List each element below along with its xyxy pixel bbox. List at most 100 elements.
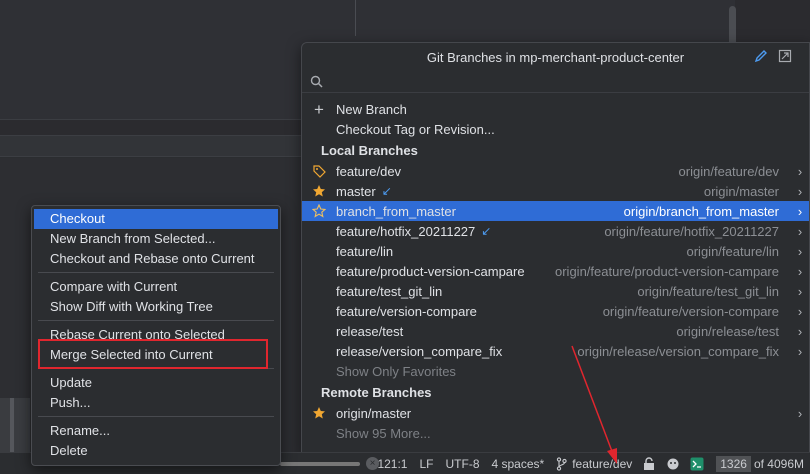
tracking-branch: origin/feature/dev [678, 163, 779, 179]
tool-window-handle[interactable] [10, 398, 14, 458]
tool-window-strip [0, 398, 30, 458]
branch-name: feature/version-compare [336, 303, 477, 319]
remote-branch-item[interactable]: origin/master › [302, 403, 809, 423]
current-branch-label: feature/dev [572, 456, 633, 471]
local-branches-header: Local Branches [321, 142, 418, 158]
local-branch-item[interactable]: master ↙ origin/master › [302, 181, 809, 201]
local-branch-item[interactable]: feature/lin origin/feature/lin › [302, 241, 809, 261]
tracking-branch: origin/release/version_compare_fix [577, 343, 779, 359]
tracking-branch: origin/feature/test_git_lin [637, 283, 779, 299]
chevron-right-icon[interactable]: › [791, 184, 809, 199]
search-icon [310, 75, 323, 88]
menu-item-new-branch-from-selected[interactable]: New Branch from Selected... [32, 229, 280, 249]
chevron-right-icon[interactable]: › [791, 406, 809, 421]
line-separator[interactable]: LF [419, 457, 433, 471]
local-branch-list: feature/dev origin/feature/dev › master ↙ ori… [302, 161, 809, 361]
show-more-branches[interactable]: Show 95 More... [302, 423, 809, 443]
tracking-branch: origin/feature/hotfix_20211227 [604, 223, 779, 239]
branch-leading-icon [302, 164, 336, 178]
branch-name: feature/lin [336, 243, 394, 259]
tracking-branch: origin/branch_from_master [623, 203, 779, 219]
tracking-branch: origin/feature/product-version-campare [555, 263, 779, 279]
incoming-changes-icon: ↙ [381, 184, 392, 198]
branch-icon [557, 456, 567, 471]
menu-separator [38, 416, 274, 417]
menu-separator [38, 320, 274, 321]
plus-icon: + [314, 99, 324, 119]
tracking-branch: origin/feature/lin [686, 243, 780, 259]
local-branch-item[interactable]: feature/product-version-campare origin/fe… [302, 261, 809, 281]
editor-divider [355, 0, 356, 36]
open-in-window-icon[interactable] [778, 49, 792, 63]
chevron-right-icon[interactable]: › [791, 324, 809, 339]
cancel-task-icon[interactable]: × [366, 457, 379, 470]
menu-item-delete[interactable]: Delete [32, 441, 280, 461]
local-branch-item[interactable]: feature/hotfix_20211227 ↙ origin/feature/h… [302, 221, 809, 241]
star-outline-icon[interactable] [312, 204, 326, 218]
lock-icon[interactable] [642, 456, 656, 471]
local-branch-item[interactable]: release/test origin/release/test › [302, 321, 809, 341]
menu-item-update[interactable]: Update [32, 373, 280, 393]
inspector-icon[interactable] [666, 457, 680, 471]
branch-name: feature/hotfix_20211227 [336, 223, 476, 239]
chevron-right-icon[interactable]: › [791, 284, 809, 299]
editor-scrollbar[interactable] [729, 6, 736, 46]
indent-setting[interactable]: 4 spaces* [492, 457, 545, 471]
tag-icon [312, 164, 326, 178]
new-branch-action[interactable]: + New Branch [302, 99, 809, 119]
local-branch-item[interactable]: feature/dev origin/feature/dev › [302, 161, 809, 181]
menu-item-checkout[interactable]: Checkout [34, 209, 278, 229]
popup-header: Git Branches in mp-merchant-product-cent… [302, 43, 809, 71]
memory-total: of 4096M [753, 456, 804, 471]
branch-name: origin/master [336, 405, 412, 421]
tracking-branch: origin/release/test [676, 323, 779, 339]
menu-item-checkout-and-rebase-onto-current[interactable]: Checkout and Rebase onto Current [32, 249, 280, 269]
branch-leading-icon [302, 406, 336, 420]
branch-name: release/version_compare_fix [336, 343, 503, 359]
branch-leading-icon [302, 184, 336, 198]
branch-name: feature/test_git_lin [336, 283, 443, 299]
menu-item-compare-with-current[interactable]: Compare with Current [32, 277, 280, 297]
chevron-right-icon[interactable]: › [791, 264, 809, 279]
checkout-tag-action[interactable]: Checkout Tag or Revision... [302, 119, 809, 139]
memory-used: 1326 [716, 455, 751, 472]
background-task-progress [280, 462, 360, 466]
remote-branch-list: origin/master › [302, 403, 809, 423]
local-branch-item[interactable]: feature/test_git_lin origin/feature/test_… [302, 281, 809, 301]
incoming-changes-icon: ↙ [481, 224, 492, 238]
chevron-right-icon[interactable]: › [791, 244, 809, 259]
show-only-favorites[interactable]: Show Only Favorites [302, 361, 809, 381]
branch-name: feature/product-version-campare [336, 263, 525, 279]
local-branch-item[interactable]: feature/version-compare origin/feature/ve… [302, 301, 809, 321]
chevron-right-icon[interactable]: › [791, 164, 809, 179]
git-branch-widget[interactable]: feature/dev [556, 457, 632, 471]
chevron-right-icon[interactable]: › [791, 344, 809, 359]
menu-item-show-diff-with-working-tree[interactable]: Show Diff with Working Tree [32, 297, 280, 317]
branch-search-field[interactable] [302, 71, 809, 93]
caret-position[interactable]: 121:1 [377, 457, 407, 471]
star-filled-icon [313, 407, 325, 419]
tracking-branch: origin/feature/version-compare [602, 303, 779, 319]
git-branches-popup: Git Branches in mp-merchant-product-cent… [301, 42, 810, 454]
terminal-icon[interactable] [690, 457, 704, 471]
chevron-right-icon[interactable]: › [791, 224, 809, 239]
local-branch-item[interactable]: branch_from_master origin/branch_from_mas… [302, 201, 809, 221]
annotation-highlight-box [38, 339, 268, 369]
menu-item-rename[interactable]: Rename... [32, 421, 280, 441]
chevron-right-icon[interactable]: › [791, 304, 809, 319]
remote-branches-header: Remote Branches [321, 384, 432, 400]
menu-separator [38, 272, 274, 273]
menu-item-push[interactable]: Push... [32, 393, 280, 413]
branch-leading-icon [302, 204, 336, 218]
branch-name: feature/dev [336, 163, 402, 179]
branch-name: branch_from_master [336, 203, 456, 219]
star-filled-icon [313, 185, 325, 197]
chevron-right-icon[interactable]: › [791, 204, 809, 219]
branch-name: release/test [336, 323, 404, 339]
memory-indicator[interactable]: 1326 of 4096M [708, 455, 804, 472]
tracking-branch: origin/master [703, 183, 779, 199]
edit-icon[interactable] [754, 49, 768, 63]
file-encoding[interactable]: UTF-8 [446, 457, 480, 471]
local-branch-item[interactable]: release/version_compare_fix origin/releas… [302, 341, 809, 361]
popup-title: Git Branches in mp-merchant-product-cent… [426, 49, 685, 65]
